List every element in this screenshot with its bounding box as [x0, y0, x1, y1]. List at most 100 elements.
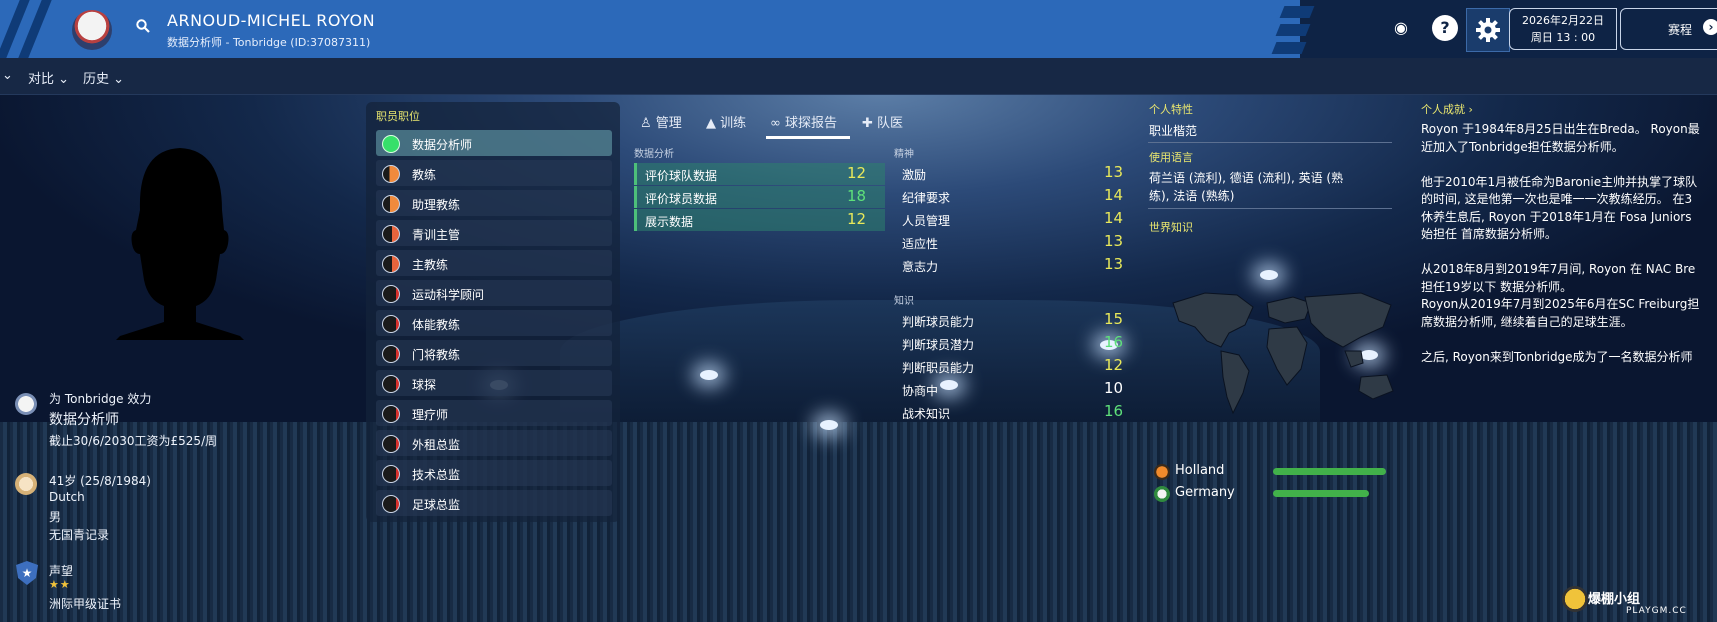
mental-title: 精神	[894, 149, 914, 160]
tab-medical[interactable]: ✚ 队医	[862, 112, 903, 131]
chevron-right-icon: ›	[1703, 19, 1717, 35]
attribute-label: 评价球队数据	[645, 169, 718, 183]
attribute-row: 判断职员能力 12	[894, 355, 1126, 377]
history-label: 历史	[83, 72, 110, 87]
position-row[interactable]: 运动科学顾问	[376, 280, 612, 306]
bio-line: 他于2010年1月被任命为Baronie主帅并执掌了球队	[1421, 174, 1698, 189]
position-label: 运动科学顾问	[412, 288, 485, 302]
sub-navigation: ⌄ 对比 ⌄ 历史 ⌄	[0, 58, 1717, 95]
attribute-row: 展示数据 12	[634, 209, 885, 231]
attribute-row: 判断球员潜力 16	[894, 332, 1126, 354]
position-row[interactable]: 外租总监	[376, 430, 612, 456]
country-knowledge-bar	[1273, 468, 1386, 475]
position-row[interactable]: 技术总监	[376, 460, 612, 486]
position-label: 青训主管	[412, 228, 461, 242]
attribute-label: 协商中	[902, 384, 939, 398]
attribute-label: 人员管理	[902, 214, 951, 228]
reputation-shield-icon: ★	[16, 561, 38, 585]
position-rating-icon	[382, 135, 400, 153]
attribute-value: 13	[1104, 232, 1124, 250]
position-rating-icon	[382, 495, 400, 513]
attribute-value: 10	[1104, 379, 1124, 397]
position-label: 足球总监	[412, 498, 461, 512]
gear-icon	[1476, 18, 1500, 42]
schedule-label: 赛程	[1668, 23, 1693, 37]
attribute-value: 12	[847, 164, 867, 182]
attribute-label: 判断职员能力	[902, 361, 975, 375]
position-row[interactable]: 球探	[376, 370, 612, 396]
position-row[interactable]: 主教练	[376, 250, 612, 276]
position-rating-icon	[382, 435, 400, 453]
attribute-value: 15	[1104, 310, 1124, 328]
attribute-value: 14	[1104, 186, 1124, 204]
attribute-row: 激励 13	[894, 162, 1126, 184]
position-row[interactable]: 体能教练	[376, 310, 612, 336]
achievements-title-link[interactable]: 个人成就 ›	[1421, 101, 1473, 117]
bio-line: Royon从2019年7月到2025年6月在SC Freiburg担	[1421, 297, 1700, 311]
country-name: Holland	[1175, 463, 1225, 478]
position-row[interactable]: 助理教练	[376, 190, 612, 216]
attribute-row: 意志力 13	[894, 254, 1126, 276]
help-icon[interactable]: ?	[1432, 15, 1458, 41]
attribute-row: 战术知识 16	[894, 401, 1126, 423]
binoculars-icon: ∞	[770, 116, 781, 131]
positions-title: 职员职位	[376, 110, 420, 123]
position-row[interactable]: 门将教练	[376, 340, 612, 366]
contract-line: 截止30/6/2030工资为£525/周	[49, 434, 218, 448]
search-icon[interactable]	[136, 19, 150, 33]
position-label: 教练	[412, 168, 437, 182]
position-label: 球探	[412, 378, 437, 392]
training-cone-icon: ▲	[706, 116, 716, 131]
chevron-right-icon: ›	[1468, 103, 1473, 116]
tab-training[interactable]: ▲ 训练	[706, 112, 746, 131]
staff-name: ARNOUD-MICHEL ROYON	[167, 11, 376, 30]
time-line: 周日 13 : 00	[1530, 31, 1596, 44]
analysis-title: 数据分析	[634, 149, 674, 160]
attribute-label: 判断球员潜力	[902, 338, 975, 352]
position-row[interactable]: 青训主管	[376, 220, 612, 246]
compare-label: 对比	[28, 72, 55, 87]
medical-kit-icon: ✚	[862, 116, 873, 131]
position-row[interactable]: 教练	[376, 160, 612, 186]
attribute-label: 评价球员数据	[645, 192, 718, 206]
role-line: 数据分析师	[49, 412, 119, 428]
compare-menu[interactable]: 对比 ⌄	[28, 68, 69, 87]
world-map	[1172, 292, 1394, 415]
country-knowledge-bar	[1273, 490, 1369, 497]
nationality-line: Dutch	[49, 490, 85, 504]
position-row[interactable]: 足球总监	[376, 490, 612, 516]
tab-label: 管理	[655, 116, 682, 131]
position-row[interactable]: 数据分析师	[376, 130, 612, 156]
history-menu[interactable]: 历史 ⌄	[83, 68, 124, 87]
position-rating-icon	[382, 345, 400, 363]
position-label: 体能教练	[412, 318, 461, 332]
positions-panel: 职员职位 数据分析师教练助理教练青训主管主教练运动科学顾问 体能教练门将教练球探理…	[366, 102, 620, 522]
settings-button[interactable]	[1466, 8, 1510, 52]
position-rating-icon	[382, 465, 400, 483]
attribute-value: 14	[1104, 209, 1124, 227]
club-badge-icon[interactable]	[72, 10, 112, 50]
chevron-down-icon[interactable]: ⌄	[2, 68, 13, 83]
attribute-row: 协商中 10	[894, 378, 1126, 400]
position-label: 主教练	[412, 258, 449, 272]
globe-icon[interactable]: ◉	[1388, 15, 1414, 41]
bio-line: 担任19岁以下 数据分析师。	[1421, 279, 1573, 294]
attribute-row: 评价球员数据 18	[634, 186, 885, 208]
position-rating-icon	[382, 315, 400, 333]
schedule-button[interactable]: 赛程 ›	[1620, 8, 1717, 50]
attribute-row: 适应性 13	[894, 231, 1126, 253]
position-rating-icon	[382, 405, 400, 423]
attribute-label: 适应性	[902, 237, 939, 251]
age-line: 41岁 (25/8/1984)	[49, 474, 151, 488]
traits-title: 个人特性	[1149, 103, 1193, 116]
languages-line1: 荷兰语 (流利), 德语 (流利), 英语 (熟	[1149, 171, 1344, 185]
bio-line: 的时间, 这是他第一次也是唯一一次教练经历。 在3	[1421, 192, 1693, 206]
position-row[interactable]: 理疗师	[376, 400, 612, 426]
country-name: Germany	[1175, 485, 1235, 500]
tab-management[interactable]: ♙ 管理	[640, 112, 682, 131]
attribute-value: 12	[847, 210, 867, 228]
tab-scouting[interactable]: ∞ 球探报告	[770, 112, 837, 131]
world-knowledge-title: 世界知识	[1149, 221, 1193, 234]
attribute-value: 16	[1104, 402, 1124, 420]
languages-title: 使用语言	[1149, 151, 1193, 164]
